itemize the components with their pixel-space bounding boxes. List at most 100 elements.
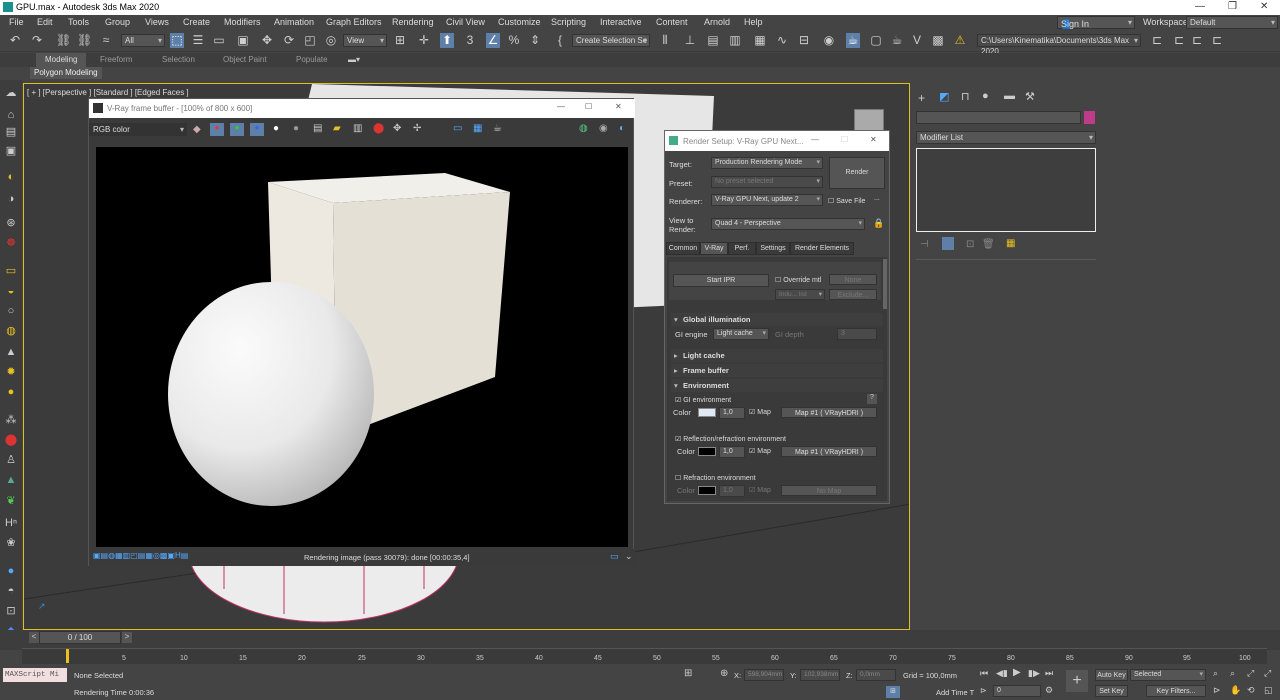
layer-explorer-icon[interactable]: ▥ bbox=[728, 33, 742, 48]
create-icon[interactable]: ☁ bbox=[3, 86, 19, 100]
hemisphere-icon[interactable]: ◒ bbox=[3, 284, 19, 298]
box-primitive-icon[interactable]: ▭ bbox=[3, 264, 19, 278]
redo-icon[interactable]: ↷ bbox=[30, 33, 44, 48]
tab-vray[interactable]: V-Ray bbox=[700, 242, 728, 255]
dynamics-icon[interactable]: ⬤ bbox=[3, 433, 19, 447]
panel-scrollbar[interactable] bbox=[883, 259, 887, 309]
render-production-icon[interactable]: ☕ bbox=[890, 33, 904, 48]
gi-map-button[interactable]: Map #1 ( VRayHDRI ) bbox=[781, 407, 877, 418]
refr-environment-checkbox[interactable]: ☐ Refraction environment bbox=[675, 474, 756, 482]
ribbon-polygon-modeling[interactable]: Polygon Modeling bbox=[30, 67, 102, 79]
ribbon-tab-freeform[interactable]: Freeform bbox=[100, 55, 132, 64]
mirror-icon[interactable]: ⫴ bbox=[658, 33, 672, 48]
sphere-primitive-icon[interactable]: ○ bbox=[3, 304, 19, 318]
view-to-render-dropdown[interactable]: Quad 4 - Perspective bbox=[711, 218, 865, 230]
warning-icon[interactable]: ⚠ bbox=[953, 33, 967, 48]
menu-arnold[interactable]: Arnold bbox=[704, 17, 730, 27]
scale-icon[interactable]: ◰ bbox=[303, 33, 317, 48]
start-ipr-button[interactable]: Start IPR bbox=[673, 274, 769, 287]
add-time-tag[interactable]: Add Time T bbox=[936, 688, 974, 697]
vfb-collapse-icon[interactable]: ⌄ bbox=[625, 551, 633, 562]
menu-views[interactable]: Views bbox=[145, 17, 169, 27]
menu-edit[interactable]: Edit bbox=[37, 17, 53, 27]
lock-icon[interactable]: 🔒 bbox=[873, 218, 884, 229]
green-channel-icon[interactable]: ● bbox=[230, 123, 244, 136]
tab-common[interactable]: Common bbox=[666, 242, 700, 255]
field-of-view-icon[interactable]: ⊳ bbox=[1213, 685, 1221, 696]
utilities-tab-icon[interactable]: ⚒ bbox=[1025, 90, 1035, 103]
rs-maximize-icon[interactable]: ☐ bbox=[841, 135, 848, 144]
spacewarp-icon[interactable]: ☸ bbox=[3, 236, 19, 250]
menu-group[interactable]: Group bbox=[105, 17, 130, 27]
refr-map-button[interactable]: No Map bbox=[781, 485, 877, 496]
vray-sphere-icon[interactable]: ● bbox=[3, 564, 19, 578]
override-mtl-checkbox[interactable]: ☐ Override mtl bbox=[775, 276, 821, 284]
load-image-icon[interactable]: ▰ bbox=[333, 123, 341, 134]
unlink-icon[interactable]: ⛓ bbox=[77, 33, 92, 48]
link-icon[interactable]: ⛓ bbox=[56, 33, 71, 48]
restore-icon[interactable]: ❐ bbox=[1228, 1, 1237, 12]
pan-view-icon[interactable]: ✋ bbox=[1230, 685, 1241, 696]
make-unique-icon[interactable]: ⊡ bbox=[966, 239, 974, 250]
menu-animation[interactable]: Animation bbox=[274, 17, 314, 27]
x-coordinate[interactable]: 598,904mm bbox=[744, 669, 784, 681]
key-filters-button[interactable]: Key Filters... bbox=[1146, 685, 1206, 697]
snaps-toggle-icon[interactable]: 3 bbox=[463, 33, 477, 48]
schematic-view-icon[interactable]: ⊟ bbox=[797, 33, 811, 48]
align-icon[interactable]: ⊥ bbox=[683, 33, 697, 48]
gi-engine-dropdown[interactable]: Light cache bbox=[713, 328, 769, 340]
material-editor-icon[interactable]: ◉ bbox=[822, 33, 836, 48]
rotate-icon[interactable]: ⟳ bbox=[282, 33, 296, 48]
section-light-cache[interactable]: Light cache bbox=[671, 349, 883, 362]
camera-icon[interactable]: ◑ bbox=[3, 192, 19, 206]
menu-tools[interactable]: Tools bbox=[68, 17, 89, 27]
z-coordinate[interactable]: 0,0mm bbox=[856, 669, 896, 681]
menu-help[interactable]: Help bbox=[744, 17, 763, 27]
gi-map-checkbox[interactable]: ☑ Map bbox=[749, 408, 771, 416]
window-crossing-icon[interactable]: ▣ bbox=[236, 33, 250, 48]
snap-options-icon[interactable]: ⊏ bbox=[1172, 33, 1186, 48]
zoom-extents-icon[interactable]: ⤢ bbox=[1247, 668, 1254, 679]
rs-close-icon[interactable]: ✕ bbox=[870, 135, 877, 144]
time-prev-icon[interactable]: < bbox=[29, 632, 39, 643]
named-selection-dropdown[interactable]: Create Selection Se bbox=[572, 34, 650, 47]
play-icon[interactable]: ▶ bbox=[1013, 667, 1021, 678]
helper-icon[interactable]: ⊛ bbox=[3, 216, 19, 230]
sphere-light-icon[interactable]: ● bbox=[3, 385, 19, 399]
save-image-icon[interactable]: ▤ bbox=[313, 123, 322, 134]
ribbon-options-icon[interactable]: ▬▾ bbox=[348, 55, 360, 64]
time-slider[interactable]: 0 / 100 bbox=[39, 631, 121, 644]
time-config-icon[interactable]: ⚙ bbox=[1045, 685, 1053, 696]
select-manipulate-icon[interactable]: ✛ bbox=[417, 33, 431, 48]
move-icon[interactable]: ✥ bbox=[260, 33, 274, 48]
command-lock-icon[interactable]: ⌂ bbox=[3, 108, 19, 122]
vfb-close-icon[interactable]: ✕ bbox=[615, 102, 622, 111]
ribbon-tab-object-paint[interactable]: Object Paint bbox=[223, 55, 267, 64]
toggle-ribbon-icon[interactable]: ▦ bbox=[753, 33, 767, 48]
refl-map-checkbox[interactable]: ☑ Map bbox=[749, 447, 771, 455]
reference-coord-dropdown[interactable]: View bbox=[343, 34, 387, 47]
remove-modifier-icon[interactable]: 🗑 bbox=[982, 239, 995, 250]
menu-customize[interactable]: Customize bbox=[498, 17, 541, 27]
modifier-list-dropdown[interactable]: Modifier List bbox=[916, 131, 1096, 144]
placement-icon[interactable]: ◎ bbox=[324, 33, 338, 48]
key-mode-icon[interactable]: ⊳ bbox=[980, 686, 987, 695]
menu-interactive[interactable]: Interactive bbox=[600, 17, 642, 27]
target-dropdown[interactable]: Production Rendering Mode bbox=[711, 157, 823, 169]
select-object-icon[interactable]: ⬚ bbox=[170, 33, 184, 48]
vray-render-icon[interactable]: V bbox=[910, 33, 924, 48]
y-coordinate[interactable]: 102,938mm bbox=[800, 669, 840, 681]
set-key-icon[interactable]: + bbox=[1066, 670, 1088, 692]
preset-dropdown[interactable]: No preset selected bbox=[711, 176, 823, 188]
goto-start-icon[interactable]: ⏮ bbox=[980, 668, 988, 679]
prev-frame-icon[interactable]: ◀▮ bbox=[996, 668, 1008, 679]
workspace-dropdown[interactable]: Default bbox=[1186, 16, 1278, 29]
refl-environment-checkbox[interactable]: ☑ Reflection/refraction environment bbox=[675, 435, 786, 443]
terrain-icon[interactable]: ▲ bbox=[3, 473, 19, 487]
exclude-button[interactable]: Exclude... bbox=[829, 289, 877, 300]
percent-snap-icon[interactable]: % bbox=[507, 33, 521, 48]
tab-render-elements[interactable]: Render Elements bbox=[790, 242, 854, 255]
ribbon-tab-populate[interactable]: Populate bbox=[296, 55, 328, 64]
render-button[interactable]: Render bbox=[829, 157, 885, 189]
create-tab-icon[interactable]: + bbox=[918, 91, 925, 105]
